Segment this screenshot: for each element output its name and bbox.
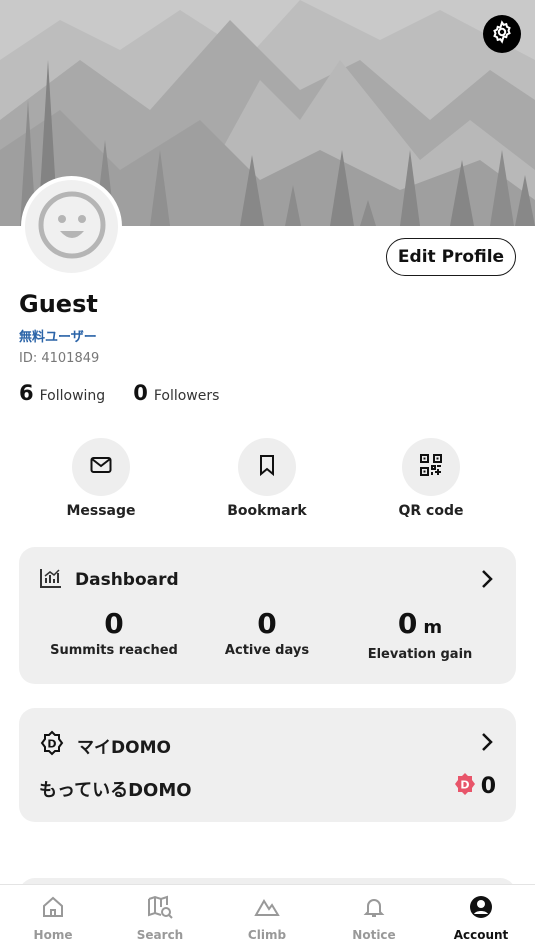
summits-label: Summits reached [50, 643, 178, 658]
tab-home[interactable]: Home [13, 895, 93, 942]
settings-button[interactable] [483, 15, 521, 53]
active-days-value: 0 [257, 607, 277, 640]
tab-account-label: Account [453, 928, 509, 942]
bell-icon [362, 895, 386, 923]
quick-actions: Message Bookmark QR code [0, 438, 535, 523]
tab-climb-label: Climb [247, 928, 287, 942]
edit-profile-button[interactable]: Edit Profile [386, 238, 516, 276]
chart-icon [39, 567, 63, 593]
bottom-tab-bar: Home Search Climb Notice Account [0, 884, 535, 951]
elevation-value: 0 [397, 607, 418, 640]
avatar[interactable] [21, 176, 122, 277]
dashboard-card[interactable]: Dashboard 0 Summits reached 0 Active day… [19, 547, 516, 684]
domo-card[interactable]: D マイDOMO もっているDOMO D 0 [19, 708, 516, 822]
elevation-unit: m [423, 617, 443, 638]
followers-label[interactable]: Followers [154, 388, 220, 404]
user-name: Guest [19, 290, 98, 318]
tab-notice[interactable]: Notice [334, 895, 414, 942]
stat-elevation: 0m Elevation gain [340, 607, 500, 662]
user-id: ID: 4101849 [19, 351, 99, 366]
following-label[interactable]: Following [40, 388, 106, 404]
bookmark-label: Bookmark [227, 503, 307, 519]
active-days-label: Active days [224, 643, 310, 658]
tab-home-label: Home [33, 928, 73, 942]
chevron-right-icon [480, 569, 494, 593]
domo-have-label: もっているDOMO [39, 780, 192, 801]
tab-notice-label: Notice [352, 928, 396, 942]
svg-text:D: D [460, 779, 469, 792]
domo-pink-badge-icon: D [453, 772, 477, 800]
user-id-text: ID: 4101849 [19, 351, 100, 366]
message-label: Message [66, 503, 136, 519]
bookmark-button[interactable]: Bookmark [212, 438, 322, 519]
domo-badge-icon: D [39, 730, 65, 760]
domo-count: D 0 [453, 772, 496, 800]
envelope-icon [89, 453, 113, 481]
following-count[interactable]: 6 [19, 381, 34, 405]
domo-title: マイDOMO [77, 737, 171, 758]
account-icon [469, 895, 493, 923]
dashboard-title: Dashboard [75, 570, 179, 590]
tab-search-label: Search [136, 928, 184, 942]
chevron-right-icon [480, 732, 494, 756]
user-type-link[interactable]: 無料ユーザー [19, 326, 97, 345]
tab-climb[interactable]: Climb [227, 895, 307, 942]
svg-text:D: D [47, 738, 56, 751]
mountain-icon [254, 895, 280, 923]
elevation-label: Elevation gain [367, 647, 473, 662]
qr-code-button[interactable]: QR code [376, 438, 486, 519]
followers-count[interactable]: 0 [133, 381, 148, 405]
qr-code-icon [418, 452, 444, 482]
summits-value: 0 [104, 607, 124, 640]
smiley-face-icon [38, 191, 106, 263]
follow-stats: 6 Following 0 Followers [19, 381, 219, 405]
home-icon [41, 895, 65, 923]
domo-count-value: 0 [480, 773, 496, 799]
map-search-icon [147, 895, 173, 923]
gear-icon [490, 20, 514, 48]
stat-active-days: 0 Active days [187, 607, 347, 658]
tab-account[interactable]: Account [441, 895, 521, 942]
bookmark-icon [256, 453, 278, 481]
message-button[interactable]: Message [46, 438, 156, 519]
stat-summits: 0 Summits reached [34, 607, 194, 658]
tab-search[interactable]: Search [120, 895, 200, 942]
qr-code-label: QR code [398, 503, 464, 519]
